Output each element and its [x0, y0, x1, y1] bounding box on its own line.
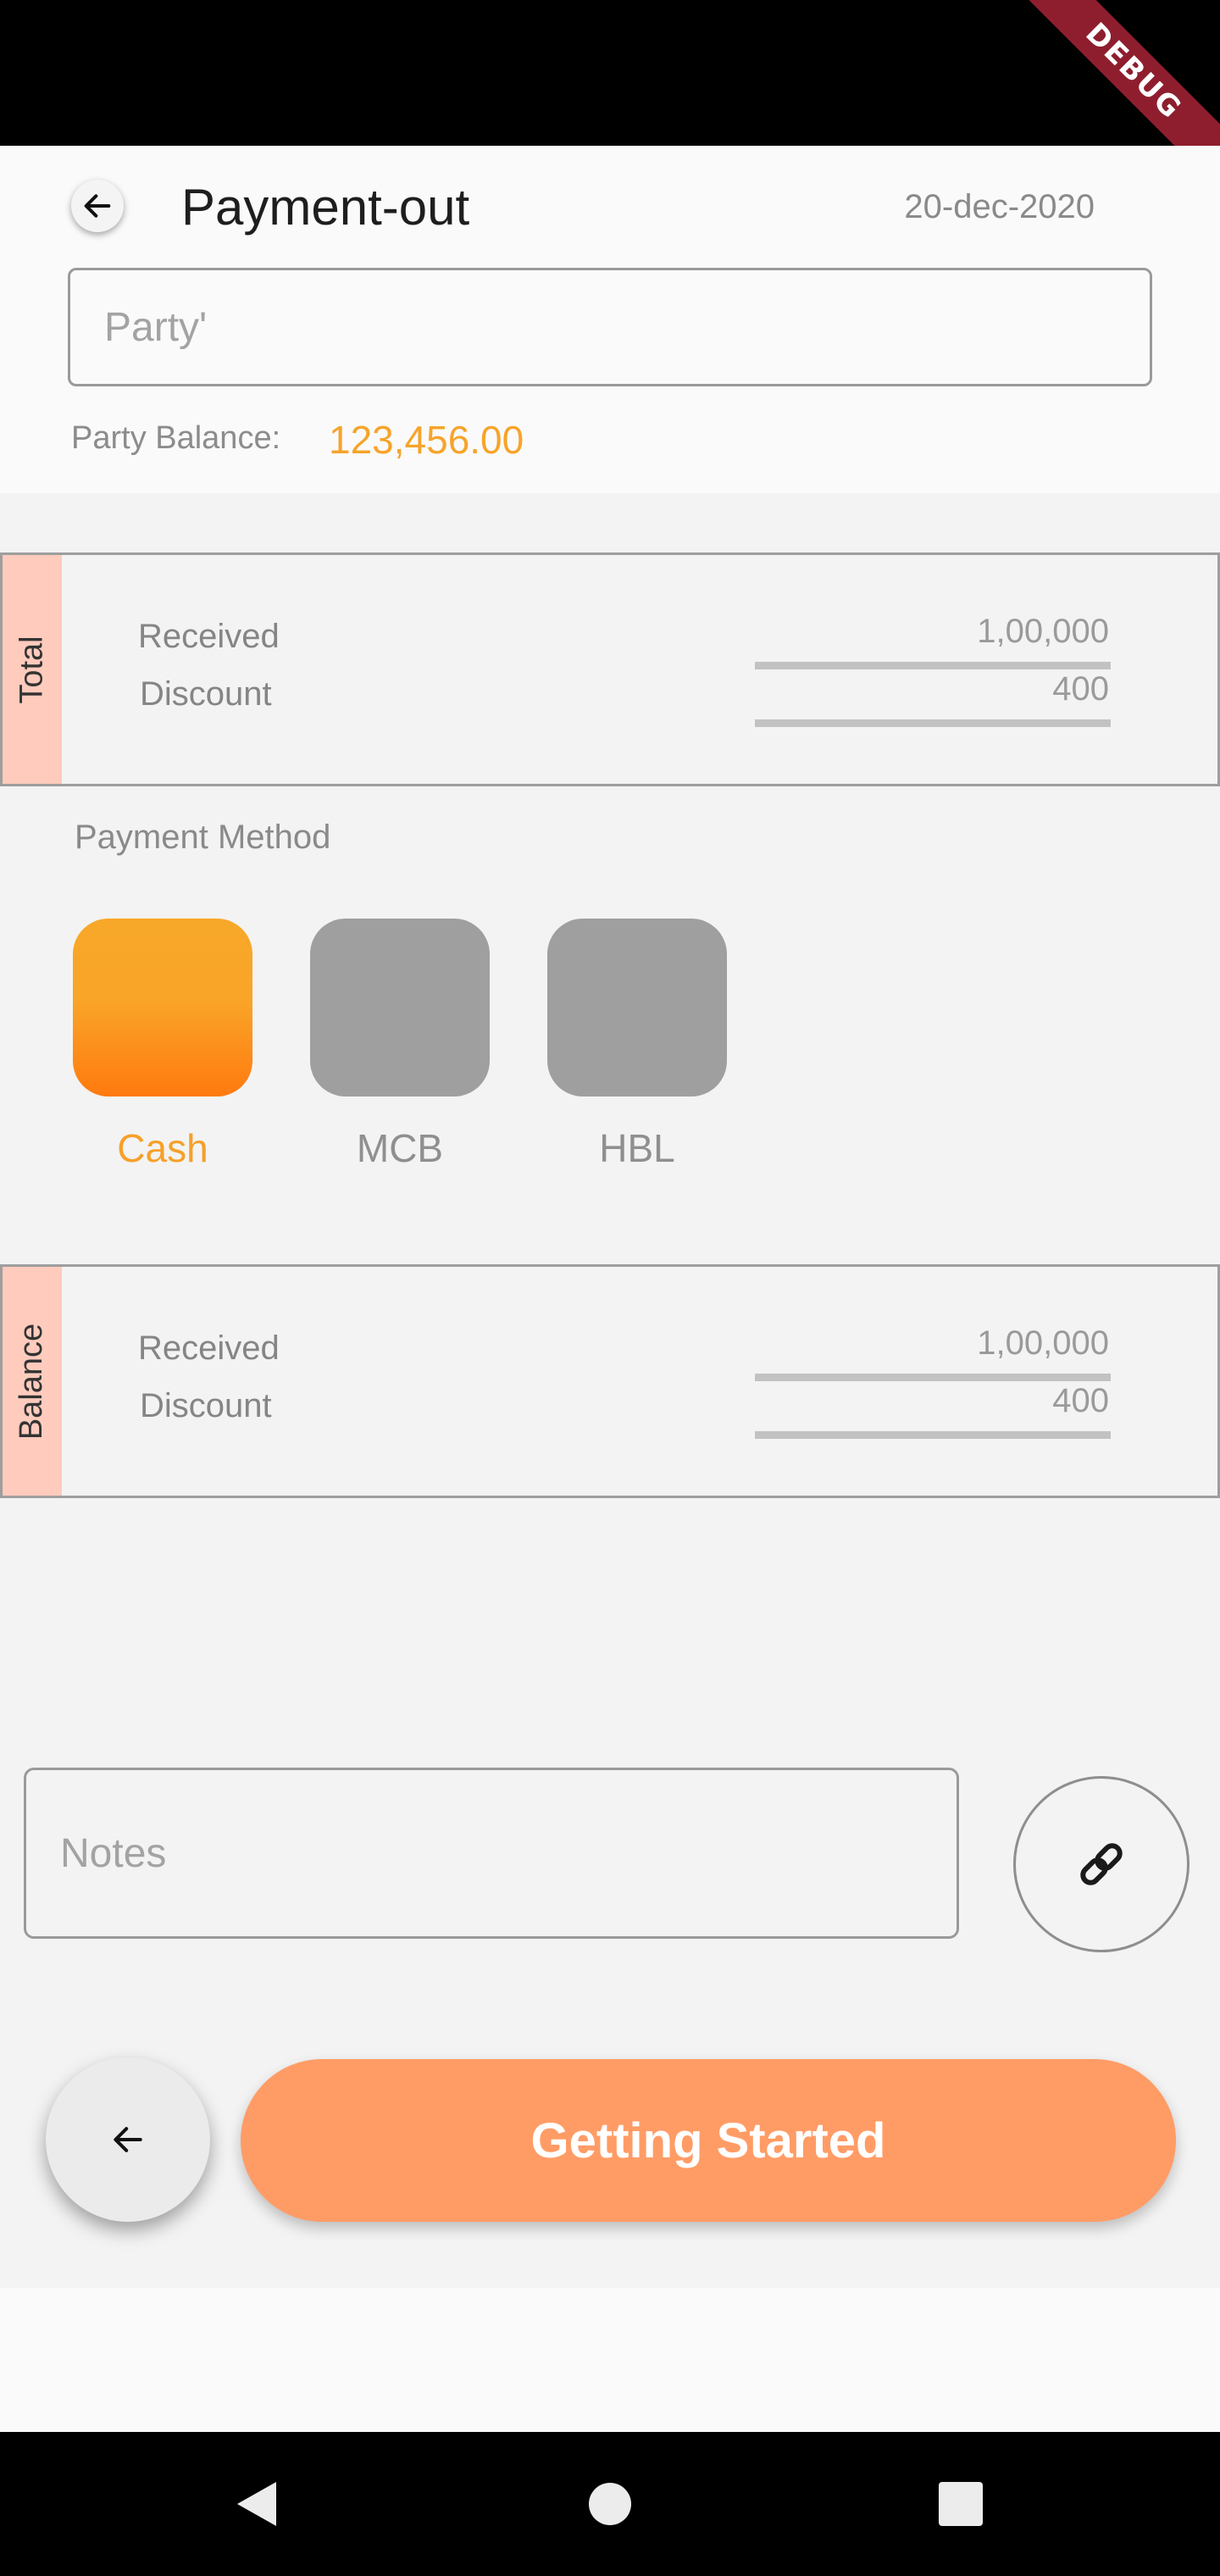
mcb-tile[interactable] [310, 919, 490, 1096]
payment-method-mcb[interactable]: MCB [310, 919, 490, 1171]
nav-home-button[interactable] [559, 2432, 661, 2576]
debug-banner: DEBUG [990, 0, 1220, 146]
total-tab-label: Total [14, 635, 50, 704]
mcb-label: MCB [356, 1126, 444, 1170]
total-received-value[interactable]: 1,00,000 [977, 613, 1109, 651]
balance-summary-box: Balance Received 1,00,000 Discount 400 [0, 1264, 1220, 1498]
total-discount-label: Discount [140, 675, 272, 713]
total-side-tab: Total [3, 555, 62, 784]
cash-tile[interactable] [73, 919, 252, 1096]
triangle-left-icon [237, 2482, 276, 2526]
payment-method-cash[interactable]: Cash [73, 919, 252, 1171]
total-received-underline [755, 662, 1111, 669]
payment-method-label: Payment Method [75, 819, 331, 856]
circle-icon [589, 2483, 631, 2525]
app-header: Payment-out 20-dec-2020 Party Balance: 1… [0, 146, 1220, 493]
balance-received-label: Received [138, 1330, 280, 1367]
balance-discount-value[interactable]: 400 [1052, 1382, 1109, 1420]
link-icon [1080, 1843, 1123, 1885]
main-content: Total Received 1,00,000 Discount 400 Pay… [0, 493, 1220, 2288]
page-title: Payment-out [181, 179, 470, 236]
payment-method-hbl[interactable]: HBL [547, 919, 727, 1171]
balance-tab-label: Balance [14, 1323, 50, 1440]
nav-back-button[interactable] [207, 2432, 308, 2576]
attach-button[interactable] [1013, 1776, 1190, 1952]
balance-received-underline [755, 1374, 1111, 1381]
total-summary-box: Total Received 1,00,000 Discount 400 [0, 552, 1220, 786]
notes-input[interactable] [24, 1768, 959, 1939]
system-navigation-bar [0, 2432, 1220, 2576]
status-bar: DEBUG [0, 0, 1220, 146]
square-icon [939, 2482, 983, 2526]
total-discount-value[interactable]: 400 [1052, 670, 1109, 708]
hbl-tile[interactable] [547, 919, 727, 1096]
total-received-label: Received [138, 618, 280, 655]
total-discount-underline [755, 719, 1111, 727]
hbl-label: HBL [599, 1126, 675, 1170]
balance-received-value[interactable]: 1,00,000 [977, 1324, 1109, 1363]
balance-discount-label: Discount [140, 1387, 272, 1424]
balance-discount-underline [755, 1431, 1111, 1439]
back-button[interactable] [71, 180, 124, 232]
date-label: 20-dec-2020 [904, 188, 1095, 225]
party-balance-label: Party Balance: [71, 420, 281, 456]
nav-recents-button[interactable] [910, 2432, 1012, 2576]
previous-button[interactable] [46, 2057, 210, 2222]
party-balance-value: 123,456.00 [329, 418, 524, 462]
getting-started-button[interactable]: Getting Started [241, 2059, 1176, 2222]
cash-label: Cash [117, 1126, 208, 1170]
balance-side-tab: Balance [3, 1267, 62, 1496]
party-input[interactable] [68, 268, 1152, 386]
arrow-left-icon [84, 194, 111, 218]
arrow-left-icon [114, 2127, 142, 2152]
